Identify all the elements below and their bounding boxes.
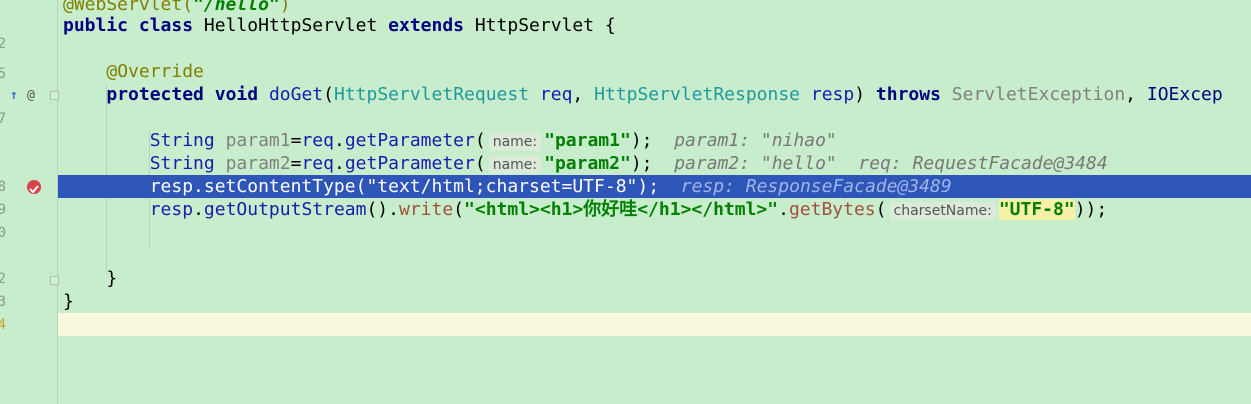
line-number: 8 [0, 179, 6, 195]
keyword: void [214, 84, 259, 105]
code-editor[interactable]: 2 5 7 8 9 0 2 3 4 ↑ @ @WebServlet("/hell… [0, 0, 1251, 404]
parameter-hint: charsetName: [889, 202, 996, 220]
string-literal: "UTF-8" [998, 199, 1075, 220]
type-name: String [149, 130, 215, 151]
string-literal: "param1" [544, 130, 631, 151]
line-number: 2 [0, 271, 6, 287]
type-name: HttpServletRequest [333, 84, 530, 105]
exception-type: IOExcep [1146, 84, 1223, 105]
type-name: String [149, 153, 215, 174]
method-call: getParameter [344, 130, 475, 151]
type-name: HttpServletResponse [594, 84, 801, 105]
caret-line[interactable] [58, 313, 1251, 336]
code-line[interactable]: } [58, 290, 1251, 313]
brace: } [106, 268, 118, 289]
parameter-hint: name: [488, 133, 542, 151]
method-call: getParameter [344, 153, 475, 174]
code-line[interactable]: String param2=req.getParameter(name: "par… [58, 152, 1251, 175]
line-number: 2 [0, 36, 6, 52]
line-number: 7 [0, 111, 6, 127]
code-line[interactable]: String param1=req.getParameter(name: "par… [58, 129, 1251, 152]
annotation-text: @WebServlet( [63, 0, 194, 15]
annotation-text: ) [279, 0, 291, 15]
line-number: 4 [0, 317, 6, 333]
current-execution-line[interactable]: resp.setContentType("text/html;charset=U… [58, 175, 1251, 198]
string-literal: "/hello" [193, 0, 280, 15]
method-name: doGet [268, 84, 324, 105]
parameter: req [539, 84, 573, 105]
code-text: resp.setContentType("text/html;charset=U… [149, 176, 660, 197]
code-line[interactable]: protected void doGet(HttpServletRequest … [58, 83, 1251, 106]
keyword: extends [388, 15, 464, 36]
brace: } [63, 291, 74, 312]
variable: resp [149, 199, 194, 220]
inline-debug-value: resp: ResponseFacade@3489 [680, 176, 952, 197]
line-number: 3 [0, 294, 6, 310]
inline-debug-value: param1: "nihao" [674, 130, 837, 151]
line-number: 5 [0, 66, 6, 82]
variable: req [301, 153, 334, 174]
brace: { [604, 15, 616, 36]
code-line[interactable]: } [58, 267, 1251, 290]
exception-type: ServletException [951, 84, 1126, 105]
keyword: throws [875, 84, 941, 105]
line-number: 0 [0, 225, 6, 241]
breakpoint-icon[interactable] [27, 180, 41, 194]
annotation-icon[interactable]: @ [27, 84, 35, 107]
variable: param1 [225, 130, 291, 151]
variable: param2 [225, 153, 291, 174]
line-number: 9 [0, 202, 6, 218]
code-line[interactable]: public class HelloHttpServlet extends Ht… [58, 14, 1251, 37]
annotation-text: @Override [106, 61, 204, 82]
method-call: getBytes [788, 199, 876, 220]
variable: req [301, 130, 334, 151]
code-line[interactable]: resp.getOutputStream().write("<html><h1>… [58, 198, 1251, 221]
code-area[interactable]: @WebServlet("/hello") public class Hello… [58, 0, 1251, 404]
method-call: getOutputStream [203, 199, 367, 220]
string-literal: "param2" [544, 153, 631, 174]
method-call: write [398, 199, 454, 220]
keyword: protected [106, 84, 204, 105]
keyword: public [63, 15, 129, 36]
inline-debug-value: param2: "hello" req: RequestFacade@3484 [674, 153, 1108, 174]
editor-gutter[interactable]: 2 5 7 8 9 0 2 3 4 ↑ @ [0, 0, 59, 404]
parameter: resp [810, 84, 855, 105]
keyword: class [138, 15, 194, 36]
parameter-hint: name: [488, 156, 542, 174]
string-literal: "<html><h1>你好哇</h1></html>" [464, 199, 779, 220]
breakpoint-check-icon [29, 185, 39, 194]
class-name: HelloHttpServlet [203, 15, 378, 36]
override-method-icon[interactable]: ↑ [10, 84, 18, 107]
code-line[interactable]: @Override [58, 60, 1251, 83]
class-name: HttpServlet [474, 15, 595, 36]
